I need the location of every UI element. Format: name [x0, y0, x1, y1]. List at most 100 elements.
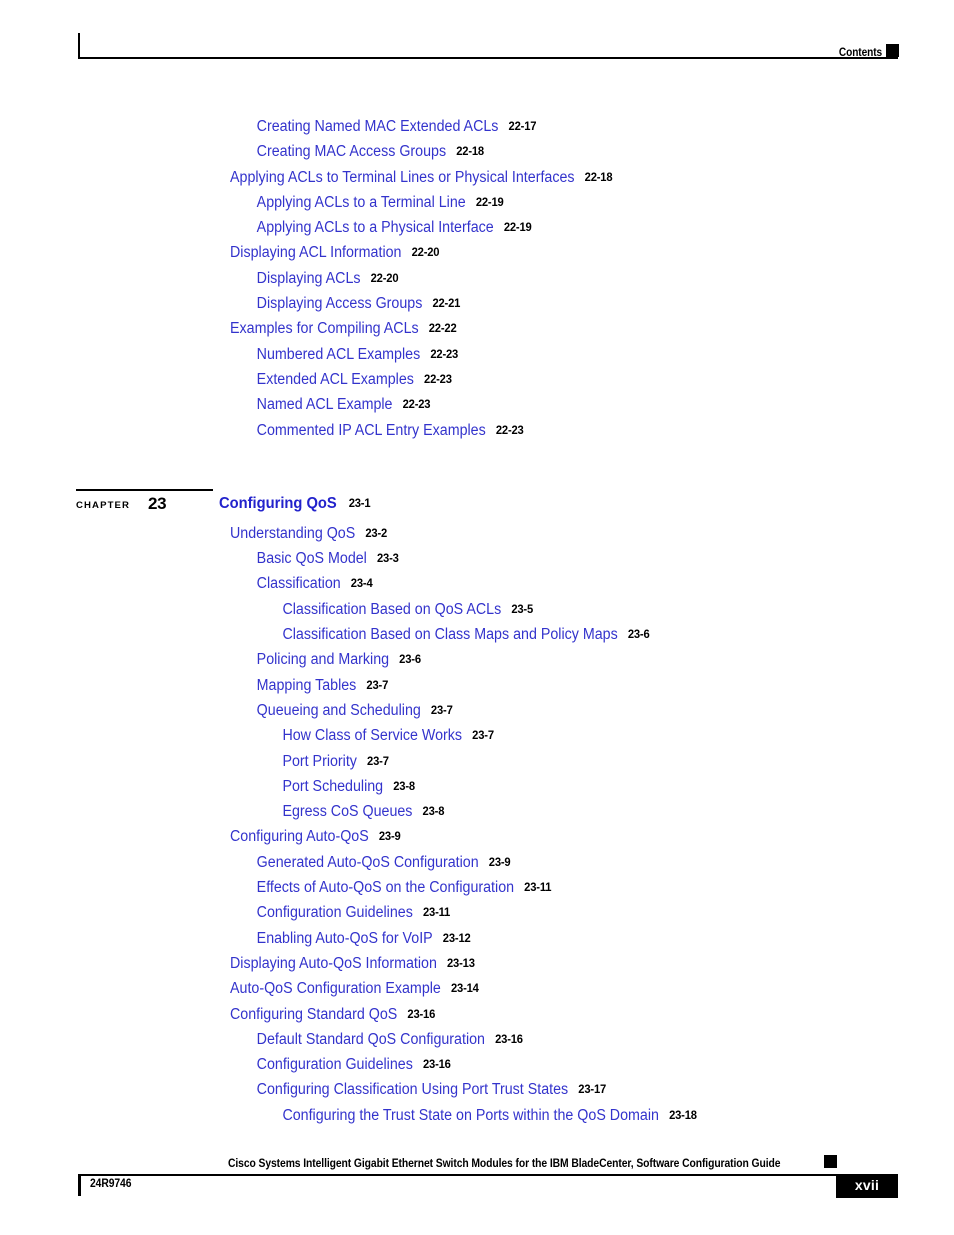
toc-entry[interactable]: Displaying ACLs 22-20 — [0, 270, 878, 295]
chapter-title-label: Configuring QoS — [219, 494, 337, 512]
toc-entry-label: Displaying ACLs — [256, 269, 361, 287]
toc-entry-page: 22-17 — [508, 119, 537, 133]
chapter-label: CHAPTER — [76, 499, 131, 511]
toc-entry-page: 23-9 — [488, 854, 511, 869]
toc-entry[interactable]: Configuring Standard QoS 23-16 — [0, 1006, 878, 1031]
toc-entry-label: Configuration Guidelines — [256, 1056, 413, 1074]
toc-entry[interactable]: Applying ACLs to Terminal Lines or Physi… — [0, 169, 878, 194]
footer-corner-tick-icon — [78, 1176, 81, 1196]
toc-entry-page: 23-5 — [511, 601, 534, 616]
toc-entry[interactable]: Displaying Auto-QoS Information 23-13 — [0, 955, 878, 980]
toc-entry-label: Displaying Auto-QoS Information — [230, 954, 437, 972]
chapter-heading-row: CHAPTER 23 Configuring QoS 23-1 — [0, 488, 954, 525]
toc-entry-label: Default Standard QoS Configuration — [256, 1030, 485, 1048]
toc-entry-page: 23-14 — [450, 981, 479, 996]
toc-entry[interactable]: Displaying Access Groups 22-21 — [0, 295, 878, 320]
header-square-marker-icon — [886, 44, 899, 57]
toc-entry-page: 22-20 — [411, 245, 440, 260]
footer-rule — [78, 1174, 898, 1176]
toc-entry[interactable]: Default Standard QoS Configuration 23-16 — [0, 1031, 878, 1056]
toc-entry-page: 23-6 — [399, 652, 421, 667]
toc-entry[interactable]: Configuring Classification Using Port Tr… — [0, 1081, 878, 1106]
toc-entry-page: 23-6 — [627, 627, 650, 642]
toc-entry-page: 23-11 — [524, 880, 552, 895]
toc-group-spacer — [0, 447, 954, 495]
toc-entry[interactable]: Effects of Auto-QoS on the Configuration… — [0, 879, 878, 904]
toc-entry[interactable]: Configuring Auto-QoS 23-9 — [0, 828, 878, 853]
toc-entry[interactable]: Extended ACL Examples 22-23 — [0, 371, 878, 396]
toc-entry[interactable]: Port Priority 23-7 — [0, 753, 878, 778]
toc-entry-label: Port Priority — [282, 752, 357, 770]
toc-entry-page: 23-7 — [430, 702, 453, 717]
toc-entry-page: 22-20 — [370, 270, 399, 285]
toc-entry-label: Examples for Compiling ACLs — [230, 320, 419, 338]
toc-entry-page: 23-9 — [378, 829, 401, 844]
toc-entry-label: Configuring Standard QoS — [230, 1005, 398, 1023]
toc-entry[interactable]: Configuration Guidelines 23-11 — [0, 904, 878, 929]
toc-entry-label: Basic QoS Model — [256, 550, 367, 568]
toc-entry[interactable]: Commented IP ACL Entry Examples 22-23 — [0, 422, 878, 447]
toc-entry-label: Classification — [256, 575, 341, 593]
toc-entry-page: 23-2 — [365, 525, 388, 540]
toc-entry[interactable]: Queueing and Scheduling 23-7 — [0, 702, 878, 727]
toc-entry-label: Commented IP ACL Entry Examples — [256, 421, 486, 439]
toc-entry-page: 23-3 — [376, 551, 399, 566]
toc-entry-label: Generated Auto-QoS Configuration — [256, 853, 479, 871]
toc-entry-label: Displaying Access Groups — [256, 295, 423, 313]
toc-entry[interactable]: Basic QoS Model 23-3 — [0, 550, 878, 575]
toc-entry-page: 22-18 — [456, 144, 484, 159]
toc-entry-page: 23-17 — [578, 1082, 607, 1097]
toc-entry-label: Auto-QoS Configuration Example — [230, 980, 441, 998]
toc-entry[interactable]: Named ACL Example 22-23 — [0, 396, 878, 421]
toc-entry[interactable]: Classification 23-4 — [0, 575, 878, 600]
toc-entry-page: 23-18 — [669, 1107, 697, 1122]
toc-entry-page: 22-19 — [475, 194, 504, 209]
toc-entry[interactable]: Mapping Tables 23-7 — [0, 677, 878, 702]
toc-entry-page: 23-16 — [407, 1006, 436, 1021]
toc-entry[interactable]: Creating Named MAC Extended ACLs 22-17 — [0, 118, 878, 143]
toc-entry-label: Creating Named MAC Extended ACLs — [256, 118, 499, 135]
toc-entry-page: 23-7 — [472, 728, 494, 743]
toc-entry-label: Port Scheduling — [282, 777, 384, 795]
chapter-title-link[interactable]: Configuring QoS 23-1 — [219, 494, 371, 513]
toc-entry[interactable]: Classification Based on QoS ACLs 23-5 — [0, 601, 878, 626]
toc-entry[interactable]: Generated Auto-QoS Configuration 23-9 — [0, 854, 878, 879]
toc-entry-page: 23-8 — [422, 804, 445, 819]
toc-entry[interactable]: Egress CoS Queues 23-8 — [0, 803, 878, 828]
document-number: 24R9746 — [90, 1178, 132, 1190]
toc-entry-label: Configuring Auto-QoS — [230, 828, 369, 846]
table-of-contents: Creating Named MAC Extended ACLs 22-17 Cre… — [0, 118, 954, 1132]
toc-page: Contents Creating Named MAC Extended ACL… — [0, 0, 954, 1235]
toc-entry[interactable]: How Class of Service Works 23-7 — [0, 727, 878, 752]
toc-entry[interactable]: Configuring the Trust State on Ports wit… — [0, 1107, 878, 1132]
header-title: Contents — [838, 47, 882, 59]
toc-entry-label: Named ACL Example — [256, 396, 393, 414]
toc-entry[interactable]: Understanding QoS 23-2 — [0, 525, 878, 550]
toc-entry[interactable]: Displaying ACL Information 22-20 — [0, 244, 878, 269]
toc-entry[interactable]: Auto-QoS Configuration Example 23-14 — [0, 980, 878, 1005]
toc-entry-label: Applying ACLs to a Physical Interface — [256, 219, 494, 237]
header-rule — [78, 57, 898, 59]
toc-entry[interactable]: Applying ACLs to a Physical Interface 22-… — [0, 219, 878, 244]
toc-entry-label: Applying ACLs to Terminal Lines or Physi… — [230, 168, 575, 186]
chapter-rule — [76, 488, 213, 491]
toc-entry-page: 23-16 — [422, 1057, 451, 1072]
toc-entry[interactable]: Classification Based on Class Maps and P… — [0, 626, 878, 651]
toc-entry[interactable]: Numbered ACL Examples 22-23 — [0, 346, 878, 371]
toc-entry-label: How Class of Service Works — [282, 727, 463, 745]
toc-entry-label: Egress CoS Queues — [282, 803, 413, 821]
toc-entry-label: Numbered ACL Examples — [256, 345, 421, 363]
toc-entry-label: Displaying ACL Information — [230, 244, 402, 262]
chapter-number: 23 — [148, 493, 167, 513]
toc-entry-page: 22-21 — [432, 296, 461, 311]
toc-entry[interactable]: Port Scheduling 23-8 — [0, 778, 878, 803]
toc-entry[interactable]: Policing and Marking 23-6 — [0, 651, 878, 676]
toc-entry-label: Applying ACLs to a Terminal Line — [256, 193, 466, 211]
toc-entry-label: Configuring the Trust State on Ports wit… — [282, 1106, 659, 1124]
toc-entry[interactable]: Applying ACLs to a Terminal Line 22-19 — [0, 194, 878, 219]
toc-entry[interactable]: Configuration Guidelines 23-16 — [0, 1056, 878, 1081]
toc-entry[interactable]: Creating MAC Access Groups 22-18 — [0, 143, 878, 168]
toc-entry[interactable]: Examples for Compiling ACLs 22-22 — [0, 320, 878, 345]
toc-entry[interactable]: Enabling Auto-QoS for VoIP 23-12 — [0, 930, 878, 955]
page-number: xvii — [854, 1177, 880, 1193]
